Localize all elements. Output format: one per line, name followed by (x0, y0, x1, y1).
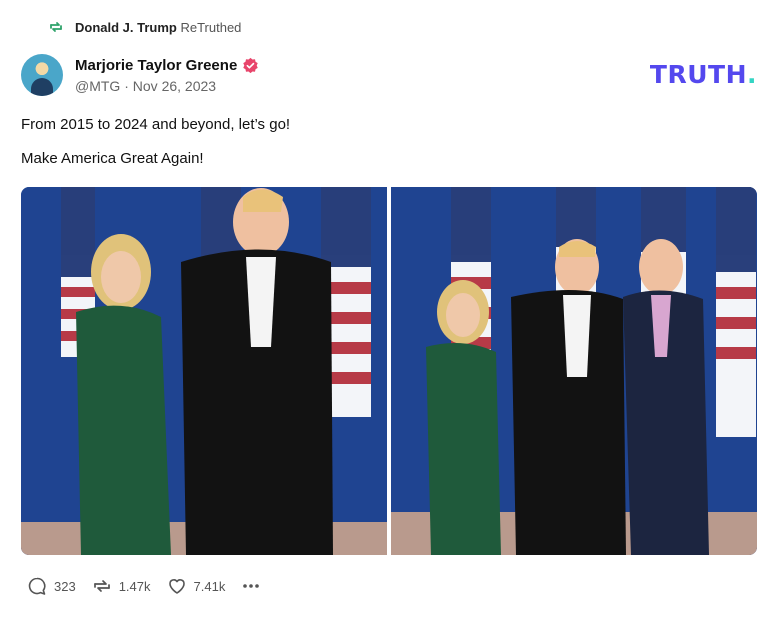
retruth-user[interactable]: Donald J. Trump (75, 20, 177, 35)
separator: · (124, 77, 129, 94)
reply-button[interactable]: 323 (27, 576, 76, 596)
more-button[interactable] (241, 576, 261, 596)
retruth-verb: ReTruthed (180, 19, 242, 35)
like-count: 7.41k (193, 578, 226, 594)
photo-mtg-trump[interactable] (21, 187, 387, 555)
media-gallery (21, 187, 757, 555)
reply-count: 323 (54, 578, 76, 594)
logo-text: TRUTH (649, 60, 747, 89)
truth-logo[interactable]: TRUTH. (650, 60, 757, 89)
retruth-button[interactable]: 1.47k (92, 576, 151, 596)
post-actions: 323 1.47k 7.41k (27, 576, 261, 596)
retruth-icon (50, 22, 62, 32)
retruth-header: Donald J. Trump ReTruthed (48, 19, 241, 35)
retruth-icon (93, 580, 110, 592)
avatar[interactable] (21, 54, 63, 96)
more-icon (243, 584, 260, 588)
logo-dot: . (747, 60, 757, 89)
post-content: From 2015 to 2024 and beyond, let’s go! … (21, 116, 290, 184)
author-name[interactable]: Marjorie Taylor Greene (75, 57, 237, 74)
author-handle[interactable]: @MTG (75, 78, 120, 94)
reply-icon (28, 577, 46, 595)
post-line-2: Make America Great Again! (21, 150, 204, 167)
post-line-1: From 2015 to 2024 and beyond, let’s go! (21, 116, 291, 133)
heart-icon (168, 579, 185, 594)
like-button[interactable]: 7.41k (167, 576, 226, 596)
verified-badge-icon (243, 57, 259, 73)
post-date[interactable]: Nov 26, 2023 (133, 78, 216, 94)
retruth-count: 1.47k (118, 578, 151, 594)
photo-mtg-trump-guest[interactable] (391, 187, 757, 555)
post-author: Marjorie Taylor Greene @MTG · Nov 26, 20… (21, 54, 259, 96)
